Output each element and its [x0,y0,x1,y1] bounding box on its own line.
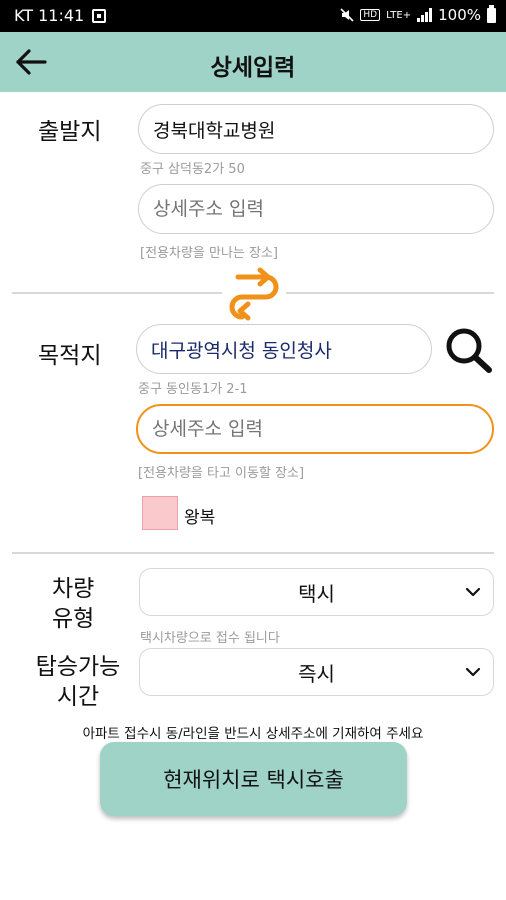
destination-detail-input[interactable] [136,404,494,454]
chevron-down-icon [465,667,481,677]
call-taxi-label: 현재위치로 택시호출 [163,768,344,792]
chevron-down-icon [465,587,481,597]
call-taxi-button[interactable]: 현재위치로 택시호출 [100,742,407,816]
boarding-time-select[interactable]: 즉시 [139,648,494,696]
carrier-time: KT 11:41 [14,6,85,25]
vehicle-note: 택시차량으로 접수 됩니다 [140,631,280,646]
search-icon[interactable] [444,326,494,374]
notification-icon [92,8,107,23]
mute-icon [340,8,354,22]
signal-icon [417,8,433,22]
destination-label: 목적지 [38,343,102,369]
swap-arrows-icon [229,267,279,321]
boarding-time-label: 탑승가능 시간 [35,654,121,710]
vehicle-type-value: 택시 [298,581,335,606]
destination-place-field[interactable]: 대구광역시청 동인청사 [136,324,432,374]
departure-place-field[interactable]: 경북대학교병원 [138,104,494,154]
page-title: 상세입력 [210,55,296,81]
battery-percent: 100% [438,6,481,24]
boarding-time-value: 즉시 [298,661,335,686]
divider [12,552,494,554]
hd-badge: HD [360,9,381,21]
destination-hint: [전용차량을 타고 이동할 장소] [138,466,305,481]
departure-detail-input[interactable] [138,184,494,234]
round-trip-checkbox[interactable] [142,496,178,530]
vehicle-type-select[interactable]: 택시 [139,568,494,616]
app-bar: 상세입력 [0,32,506,92]
departure-hint: [전용차량을 만나는 장소] [140,246,279,261]
departure-label: 출발지 [38,119,102,145]
notice-text: 아파트 접수시 동/라인을 반드시 상세주소에 기재하여 주세요 [82,726,424,742]
swap-button[interactable] [222,267,286,321]
destination-address: 중구 동인동1가 2-1 [138,382,248,397]
round-trip-label: 왕복 [184,508,216,528]
status-bar: KT 11:41 HD LTE+ 100% [0,0,506,32]
departure-address: 중구 삼덕동2가 50 [140,162,245,177]
vehicle-type-label: 차량 유형 [52,576,95,632]
network-type: LTE+ [386,9,412,21]
battery-icon [487,4,496,23]
